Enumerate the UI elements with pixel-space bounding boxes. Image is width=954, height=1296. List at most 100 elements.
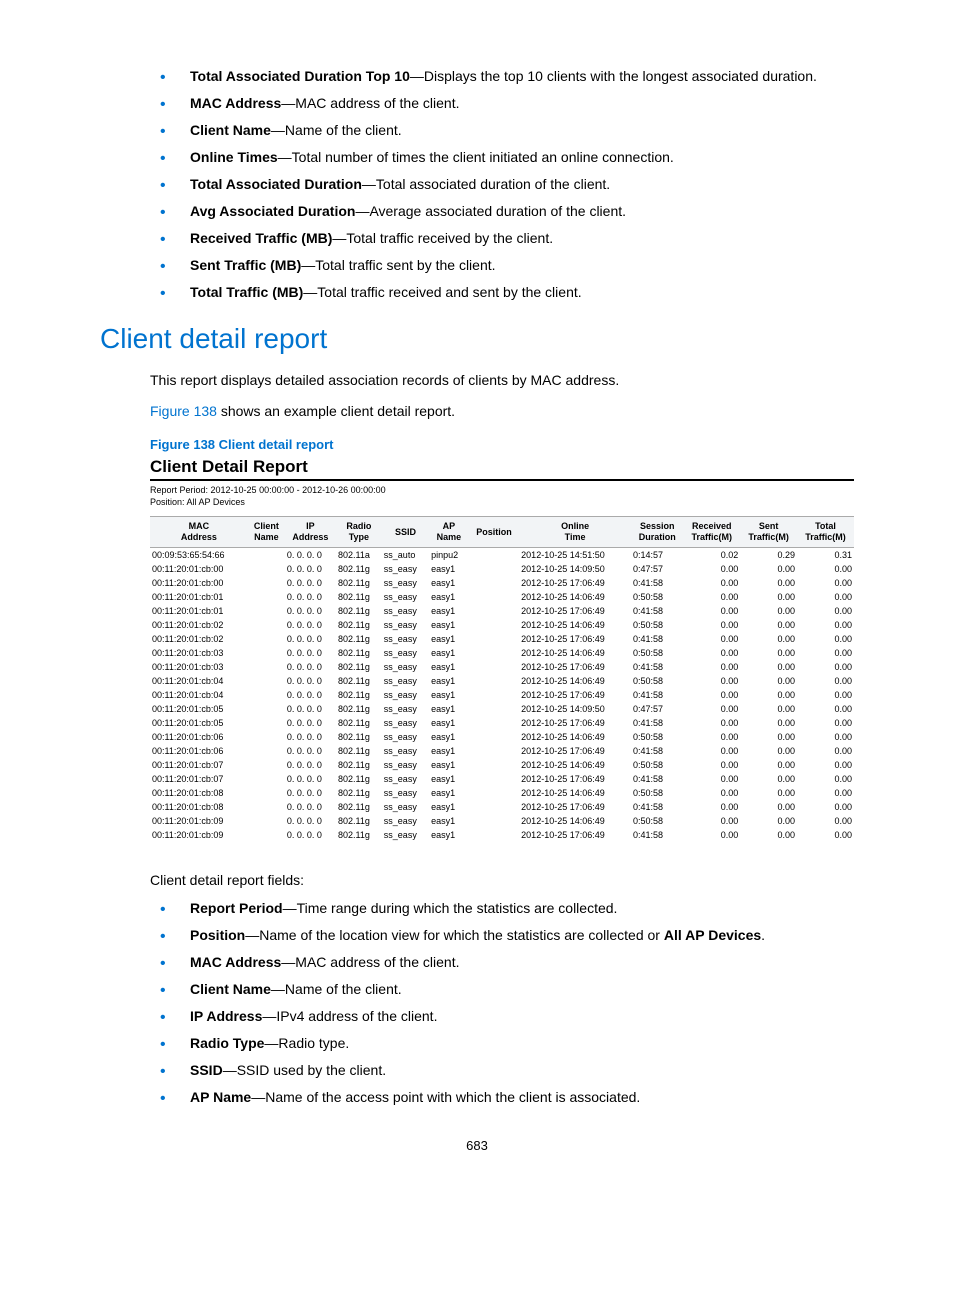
table-cell	[469, 604, 519, 618]
table-cell: 2012-10-25 14:06:49	[519, 590, 631, 604]
table-cell: 2012-10-25 17:06:49	[519, 772, 631, 786]
table-cell: 2012-10-25 17:06:49	[519, 688, 631, 702]
table-cell	[248, 730, 285, 744]
table-cell: 0.00	[683, 786, 740, 800]
table-cell	[469, 758, 519, 772]
table-cell: 802.11a	[336, 547, 382, 562]
table-cell: 2012-10-25 14:06:49	[519, 730, 631, 744]
table-cell	[248, 814, 285, 828]
table-header-cell: MACAddress	[150, 517, 248, 548]
table-cell: 0:47:57	[631, 562, 683, 576]
table-cell: 0.00	[683, 590, 740, 604]
table-cell: 802.11g	[336, 660, 382, 674]
table-cell: ss_easy	[382, 562, 429, 576]
table-cell: 2012-10-25 14:06:49	[519, 814, 631, 828]
list-item: SSID—SSID used by the client.	[160, 1060, 854, 1081]
figure-link[interactable]: Figure 138	[150, 403, 217, 419]
table-cell: ss_easy	[382, 814, 429, 828]
table-cell: 0.00	[683, 716, 740, 730]
table-cell	[469, 800, 519, 814]
list-item: Client Name—Name of the client.	[160, 979, 854, 1000]
table-cell: 00:11:20:01:cb:06	[150, 730, 248, 744]
table-row: 00:11:20:01:cb:060. 0. 0. 0802.11gss_eas…	[150, 744, 854, 758]
list-item: Sent Traffic (MB)—Total traffic sent by …	[160, 255, 854, 276]
section-heading: Client detail report	[100, 323, 854, 355]
table-cell	[469, 590, 519, 604]
table-cell: 00:11:20:01:cb:05	[150, 702, 248, 716]
table-cell: 0.00	[740, 744, 797, 758]
table-cell: 0. 0. 0. 0	[285, 800, 336, 814]
report-screenshot: Client Detail Report Report Period: 2012…	[150, 457, 854, 842]
intro-text-tail: shows an example client detail report.	[217, 403, 455, 419]
table-cell: 802.11g	[336, 730, 382, 744]
table-cell: 0.00	[740, 604, 797, 618]
table-cell: 00:11:20:01:cb:02	[150, 618, 248, 632]
report-period: Report Period: 2012-10-25 00:00:00 - 201…	[150, 485, 854, 497]
table-cell	[469, 730, 519, 744]
table-cell: 0.00	[797, 730, 854, 744]
table-cell: easy1	[429, 604, 469, 618]
field-term: IP Address	[190, 1008, 262, 1024]
table-row: 00:11:20:01:cb:090. 0. 0. 0802.11gss_eas…	[150, 828, 854, 842]
table-header-cell: SentTraffic(M)	[740, 517, 797, 548]
table-cell: 00:11:20:01:cb:09	[150, 814, 248, 828]
table-cell: 0. 0. 0. 0	[285, 730, 336, 744]
table-cell: easy1	[429, 786, 469, 800]
table-cell: ss_easy	[382, 604, 429, 618]
table-row: 00:11:20:01:cb:010. 0. 0. 0802.11gss_eas…	[150, 604, 854, 618]
table-cell	[469, 632, 519, 646]
table-cell: 0. 0. 0. 0	[285, 744, 336, 758]
field-term: Total Traffic (MB)	[190, 284, 303, 300]
table-cell: 0:47:57	[631, 702, 683, 716]
table-cell	[469, 772, 519, 786]
table-cell: 0. 0. 0. 0	[285, 604, 336, 618]
table-cell: 0:50:58	[631, 618, 683, 632]
table-cell: 0:41:58	[631, 800, 683, 814]
table-cell: 0.00	[797, 744, 854, 758]
table-cell: 0.02	[683, 547, 740, 562]
table-cell: easy1	[429, 632, 469, 646]
table-cell: 0.00	[683, 828, 740, 842]
table-cell: 0. 0. 0. 0	[285, 688, 336, 702]
table-cell: 0. 0. 0. 0	[285, 576, 336, 590]
table-cell: 0:41:58	[631, 744, 683, 758]
table-cell: 0.00	[797, 702, 854, 716]
table-row: 00:11:20:01:cb:030. 0. 0. 0802.11gss_eas…	[150, 646, 854, 660]
table-cell: 0.00	[683, 660, 740, 674]
table-cell: 00:11:20:01:cb:03	[150, 660, 248, 674]
table-body: 00:09:53:65:54:660. 0. 0. 0802.11ass_aut…	[150, 547, 854, 842]
table-cell: 0.00	[683, 744, 740, 758]
intro-paragraph-2: Figure 138 shows an example client detai…	[150, 401, 854, 422]
table-cell	[248, 646, 285, 660]
table-cell	[248, 547, 285, 562]
table-cell: 0.00	[797, 674, 854, 688]
table-cell: 00:11:20:01:cb:00	[150, 576, 248, 590]
table-cell: ss_easy	[382, 730, 429, 744]
table-cell: 2012-10-25 17:06:49	[519, 828, 631, 842]
table-cell: 0.00	[683, 604, 740, 618]
table-cell: pinpu2	[429, 547, 469, 562]
table-cell: 00:11:20:01:cb:08	[150, 786, 248, 800]
table-cell: 0.00	[797, 716, 854, 730]
table-row: 00:11:20:01:cb:000. 0. 0. 0802.11gss_eas…	[150, 576, 854, 590]
table-cell	[248, 828, 285, 842]
table-cell: 2012-10-25 17:06:49	[519, 632, 631, 646]
table-cell	[248, 632, 285, 646]
table-cell: 0.00	[797, 618, 854, 632]
table-cell: 0.29	[740, 547, 797, 562]
table-cell: 2012-10-25 14:06:49	[519, 674, 631, 688]
table-header-cell: Position	[469, 517, 519, 548]
table-row: 00:11:20:01:cb:050. 0. 0. 0802.11gss_eas…	[150, 716, 854, 730]
table-row: 00:11:20:01:cb:080. 0. 0. 0802.11gss_eas…	[150, 786, 854, 800]
table-row: 00:11:20:01:cb:070. 0. 0. 0802.11gss_eas…	[150, 758, 854, 772]
table-row: 00:11:20:01:cb:06 0. 0. 0. 0802.11gss_eas…	[150, 730, 854, 744]
table-cell	[469, 562, 519, 576]
table-cell: 0. 0. 0. 0	[285, 828, 336, 842]
table-row: 00:11:20:01:cb:030. 0. 0. 0802.11gss_eas…	[150, 660, 854, 674]
table-cell: easy1	[429, 716, 469, 730]
table-cell: ss_easy	[382, 688, 429, 702]
table-cell: easy1	[429, 688, 469, 702]
field-term-extra: All AP Devices	[664, 927, 761, 943]
table-cell: 2012-10-25 17:06:49	[519, 660, 631, 674]
table-cell	[248, 786, 285, 800]
